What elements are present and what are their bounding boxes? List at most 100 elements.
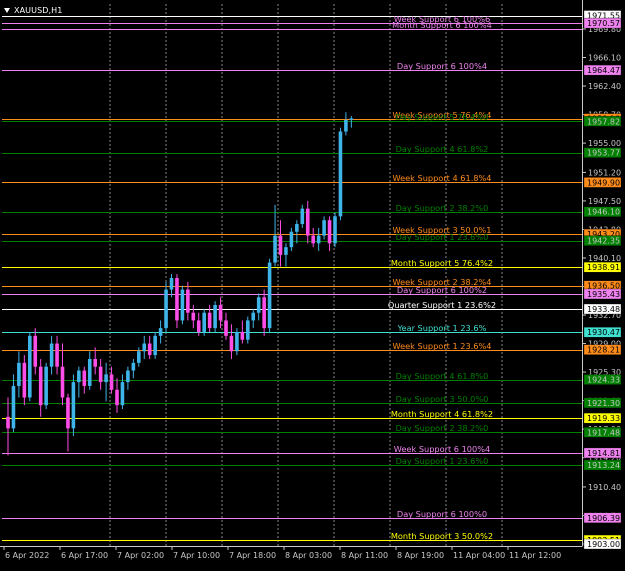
candle[interactable] bbox=[311, 227, 315, 248]
candle[interactable] bbox=[251, 308, 256, 329]
candle[interactable] bbox=[164, 281, 168, 332]
candle-body bbox=[17, 362, 21, 386]
support-level-label: Day Support 4 61.8%0 bbox=[396, 371, 489, 381]
candle[interactable] bbox=[235, 328, 239, 356]
candle-body bbox=[126, 370, 130, 383]
time-tick-label: 11 Apr 12:00 bbox=[509, 551, 561, 560]
candle[interactable] bbox=[142, 335, 147, 359]
price-tag-label: 1924.33 bbox=[587, 376, 620, 385]
candle[interactable] bbox=[338, 127, 343, 221]
candle[interactable] bbox=[158, 320, 163, 344]
price-tag: 1906.39 bbox=[583, 512, 622, 524]
candle-body bbox=[175, 278, 179, 321]
candle[interactable] bbox=[17, 351, 21, 398]
candle-body bbox=[202, 312, 206, 332]
candle[interactable] bbox=[60, 343, 65, 406]
price-tag: 1935.43 bbox=[583, 288, 622, 300]
support-level-label: Month Support 4 61.8%2 bbox=[391, 409, 493, 419]
time-tick-label: 8 Apr 19:00 bbox=[397, 551, 444, 560]
candle[interactable] bbox=[213, 301, 217, 332]
time-tick-label: 8 Apr 11:00 bbox=[341, 551, 388, 560]
support-level-label: Month Support 6 100%4 bbox=[392, 20, 492, 30]
candle[interactable] bbox=[126, 366, 130, 390]
candle[interactable] bbox=[191, 305, 196, 329]
candle[interactable] bbox=[175, 274, 179, 329]
candle[interactable] bbox=[316, 227, 321, 252]
candle[interactable] bbox=[153, 331, 157, 359]
candle[interactable] bbox=[202, 308, 206, 336]
price-tag: 1933.48 bbox=[583, 303, 622, 315]
candle[interactable] bbox=[104, 362, 108, 402]
support-level-label: Week Support 4 61.8%4 bbox=[392, 173, 491, 183]
time-tick-label: 8 Apr 03:00 bbox=[285, 551, 332, 560]
candle-body bbox=[158, 328, 163, 336]
candle[interactable] bbox=[98, 358, 103, 390]
candle[interactable] bbox=[333, 212, 337, 248]
candle-body bbox=[120, 382, 125, 406]
candle[interactable] bbox=[300, 204, 305, 228]
symbol-label[interactable]: XAUUSD,H1 bbox=[4, 4, 62, 16]
candle[interactable] bbox=[256, 293, 261, 321]
candle[interactable] bbox=[224, 312, 228, 340]
candle-body bbox=[87, 358, 92, 386]
candle[interactable] bbox=[115, 378, 119, 413]
candle[interactable] bbox=[6, 397, 10, 456]
candle[interactable] bbox=[147, 335, 152, 359]
support-level-label: Day Support 5 76.4%0 bbox=[396, 112, 489, 122]
candle[interactable] bbox=[38, 358, 43, 417]
time-tick-label: 7 Apr 02:00 bbox=[117, 551, 164, 560]
candle[interactable] bbox=[284, 243, 288, 267]
candle[interactable] bbox=[229, 324, 234, 359]
candle[interactable] bbox=[82, 366, 87, 394]
triangle-down-icon[interactable] bbox=[4, 8, 10, 13]
candle-body bbox=[333, 216, 337, 244]
price-tick-label: 1940.10 bbox=[588, 254, 621, 263]
candle[interactable] bbox=[344, 112, 348, 136]
chart-canvas[interactable]: Week Support 6 100%6Month Support 6 100%… bbox=[0, 0, 625, 567]
candle[interactable] bbox=[66, 393, 70, 452]
time-tick-label: 6 Apr 17:00 bbox=[61, 551, 108, 560]
candle[interactable] bbox=[186, 281, 190, 321]
candle-body bbox=[344, 119, 348, 132]
candle[interactable] bbox=[273, 204, 277, 267]
candle[interactable] bbox=[305, 200, 310, 244]
price-tag-label: 1949.90 bbox=[587, 178, 620, 187]
candle-body bbox=[224, 320, 228, 336]
candle[interactable] bbox=[289, 227, 294, 252]
support-level-label: Day Support 1 23.6%0 bbox=[396, 456, 489, 466]
candle[interactable] bbox=[44, 362, 48, 410]
candle-body bbox=[235, 331, 239, 352]
candle[interactable] bbox=[77, 366, 81, 398]
candle[interactable] bbox=[322, 216, 326, 240]
candle[interactable] bbox=[295, 220, 299, 244]
candle[interactable] bbox=[33, 328, 38, 375]
candle[interactable] bbox=[267, 258, 272, 332]
candle-body bbox=[213, 305, 217, 329]
candle[interactable] bbox=[11, 374, 16, 433]
candle-body bbox=[295, 224, 299, 232]
candle[interactable] bbox=[71, 374, 76, 437]
candle[interactable] bbox=[327, 216, 332, 252]
candle-body bbox=[338, 131, 343, 217]
candle-body bbox=[66, 397, 70, 429]
price-chart[interactable]: Week Support 6 100%6 Month Support 6 100%… bbox=[0, 0, 625, 567]
candle[interactable] bbox=[93, 347, 97, 375]
candle[interactable] bbox=[55, 335, 59, 375]
candle[interactable] bbox=[87, 351, 92, 390]
candle[interactable] bbox=[120, 374, 125, 410]
candle[interactable] bbox=[49, 335, 54, 375]
candle[interactable] bbox=[246, 316, 250, 344]
candle[interactable] bbox=[240, 320, 245, 344]
candle[interactable] bbox=[28, 331, 32, 402]
candle[interactable] bbox=[22, 355, 27, 406]
candle[interactable] bbox=[278, 220, 283, 267]
candle[interactable] bbox=[180, 285, 185, 325]
candle[interactable] bbox=[131, 358, 136, 379]
candle-body bbox=[38, 366, 43, 406]
price-tag: 1957.82 bbox=[583, 116, 622, 127]
price-tag-label: 1970.57 bbox=[587, 19, 620, 28]
candle[interactable] bbox=[262, 289, 266, 336]
candle[interactable] bbox=[169, 274, 174, 298]
candle[interactable] bbox=[109, 366, 114, 394]
price-tick-label: 1947.50 bbox=[588, 197, 621, 206]
